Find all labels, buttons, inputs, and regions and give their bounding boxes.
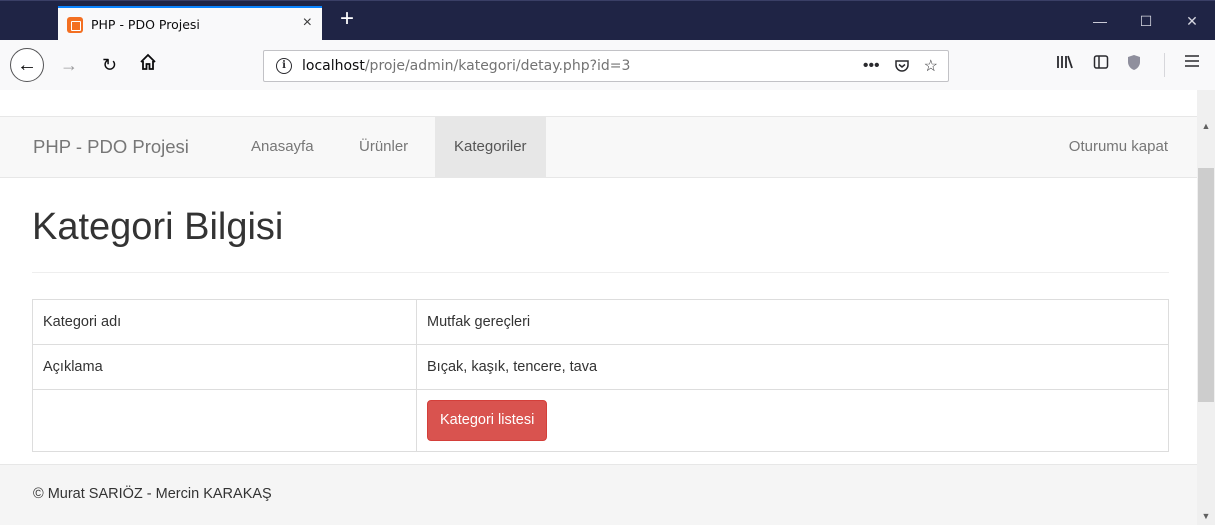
tab-title: PHP - PDO Projesi [91, 17, 200, 32]
reload-button[interactable]: ↻ [102, 53, 117, 77]
url-text[interactable]: localhost/proje/admin/kategori/detay.php… [302, 58, 630, 74]
page-title: Kategori Bilgisi [32, 206, 284, 248]
forward-button[interactable]: → [60, 53, 78, 77]
category-detail-table: Kategori adı Mutfak gereçleri Açıklama B… [32, 299, 1169, 452]
footer-copyright: © Murat SARIÖZ - Mercin KARAKAŞ [33, 486, 272, 502]
row-value: Mutfak gereçleri [416, 299, 1169, 345]
browser-toolbar: ← → ↻ i localhost/proje/admin/kategori/d… [0, 40, 1215, 90]
back-button[interactable]: ← [10, 48, 44, 82]
home-icon [140, 53, 156, 70]
star-icon[interactable]: ☆ [924, 56, 938, 76]
logout-link[interactable]: Oturumu kapat [1069, 117, 1168, 177]
title-divider [32, 272, 1169, 273]
site-footer: © Murat SARIÖZ - Mercin KARAKAŞ [0, 464, 1197, 525]
scroll-thumb[interactable] [1198, 168, 1214, 402]
row-label: Kategori adı [32, 299, 417, 345]
page-viewport: PHP - PDO Projesi Anasayfa Ürünler Kateg… [0, 90, 1197, 525]
empty-cell [32, 389, 417, 452]
vertical-scrollbar[interactable]: ▲ ▼ [1197, 90, 1215, 525]
more-icon[interactable]: ••• [863, 57, 880, 75]
maximize-button[interactable]: ☐ [1123, 1, 1169, 41]
url-host: localhost [302, 58, 365, 74]
site-navbar: PHP - PDO Projesi Anasayfa Ürünler Kateg… [0, 116, 1197, 178]
scroll-up-icon[interactable]: ▲ [1197, 118, 1215, 135]
row-value: Bıçak, kaşık, tencere, tava [416, 344, 1169, 390]
table-row: Açıklama Bıçak, kaşık, tencere, tava [32, 344, 1169, 390]
sidebar-icon[interactable] [1093, 54, 1109, 70]
category-list-button[interactable]: Kategori listesi [427, 400, 548, 441]
arrow-left-icon: ← [17, 53, 37, 76]
navbar-brand[interactable]: PHP - PDO Projesi [33, 136, 189, 158]
hamburger-menu-icon[interactable] [1184, 54, 1200, 68]
button-cell: Kategori listesi [416, 389, 1169, 452]
url-bar[interactable]: i localhost/proje/admin/kategori/detay.p… [263, 50, 949, 82]
scroll-down-icon[interactable]: ▼ [1197, 508, 1215, 525]
shield-icon[interactable] [1127, 54, 1141, 71]
new-tab-button[interactable]: + [333, 7, 361, 35]
toolbar-divider [1164, 53, 1165, 77]
table-row: Kategori listesi [32, 389, 1169, 452]
xampp-favicon-icon [67, 16, 83, 33]
home-button[interactable] [139, 53, 157, 77]
info-icon[interactable]: i [276, 58, 292, 74]
row-label: Açıklama [32, 344, 417, 390]
close-window-button[interactable]: ✕ [1169, 1, 1215, 41]
url-path: /proje/admin/kategori/detay.php?id=3 [364, 58, 631, 74]
nav-link-urunler[interactable]: Ürünler [340, 117, 427, 177]
reload-icon: ↻ [102, 55, 118, 75]
table-row: Kategori adı Mutfak gereçleri [32, 299, 1169, 345]
tab-close-icon[interactable]: × [303, 15, 312, 31]
browser-tab[interactable]: PHP - PDO Projesi × [58, 6, 322, 41]
browser-titlebar: PHP - PDO Projesi × + — ☐ ✕ [0, 0, 1215, 41]
arrow-right-icon: → [60, 55, 78, 75]
nav-link-kategoriler[interactable]: Kategoriler [435, 117, 546, 177]
library-icon[interactable] [1056, 54, 1074, 70]
pocket-icon[interactable] [894, 58, 910, 74]
nav-link-anasayfa[interactable]: Anasayfa [232, 117, 333, 177]
minimize-button[interactable]: — [1077, 1, 1123, 41]
